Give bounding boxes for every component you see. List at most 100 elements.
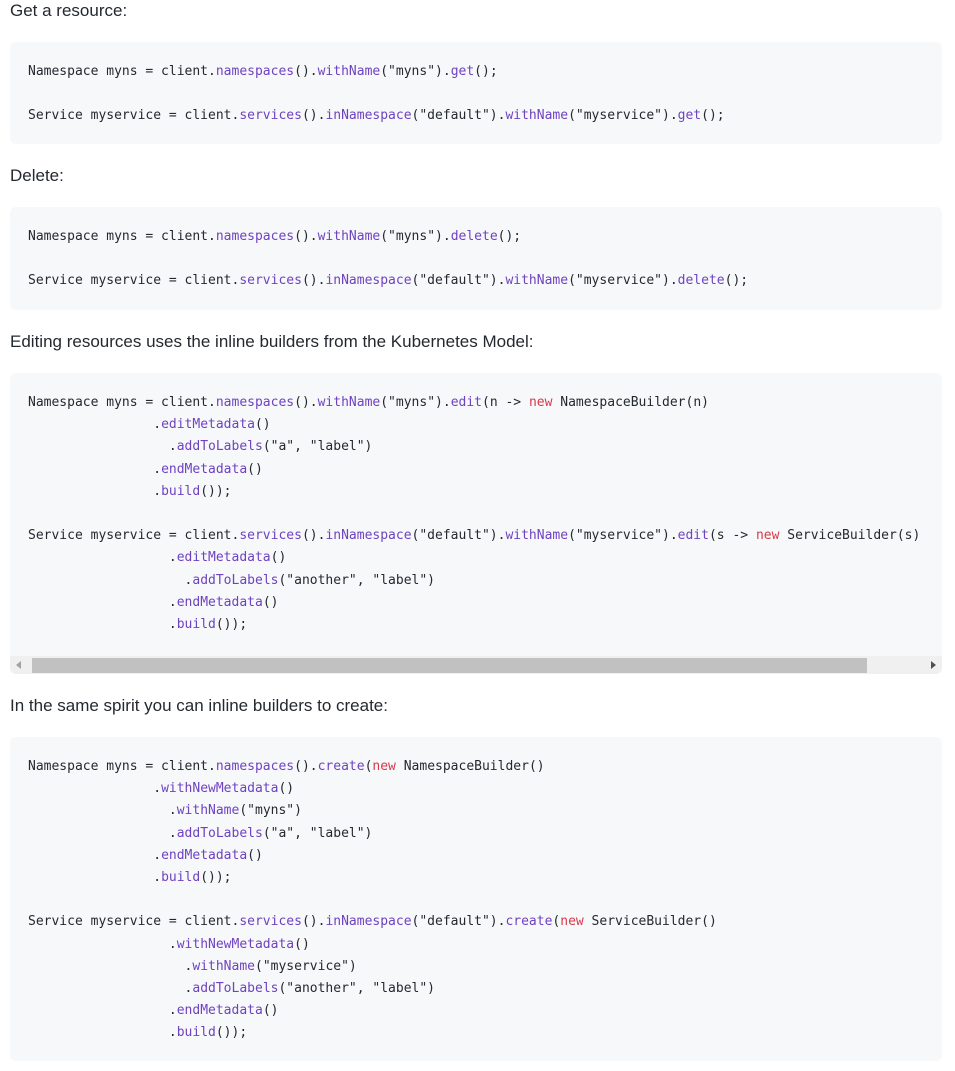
scrollbar-thumb[interactable] xyxy=(32,658,867,673)
code-token: Service myservice = client. xyxy=(28,528,240,544)
code-line: .build()); xyxy=(28,1024,247,1042)
code-token: (). xyxy=(294,759,318,774)
get-code-block: Namespace myns = client.namespaces().wit… xyxy=(10,42,942,144)
code-method-token: withName xyxy=(505,108,569,124)
code-token: ("myns"). xyxy=(380,229,451,244)
code-method-token: addToLabels xyxy=(192,981,279,996)
scroll-left-button[interactable] xyxy=(10,656,28,674)
code-method-token: build xyxy=(161,483,201,499)
code-token: (). xyxy=(301,108,326,124)
code-token: ("another", "label") xyxy=(278,981,436,996)
code-token: . xyxy=(28,958,193,974)
code-method-token: inNamespace xyxy=(325,108,412,124)
code-method-token: create xyxy=(505,914,553,930)
code-method-token: inNamespace xyxy=(325,914,412,930)
code-line: .endMetadata() xyxy=(28,594,279,612)
code-method-token: services xyxy=(239,273,302,289)
code-token: Namespace myns = client. xyxy=(28,395,216,410)
code-token: (). xyxy=(301,273,326,289)
code-method-token: editMetadata xyxy=(176,550,271,566)
code-method-token: get xyxy=(450,64,475,79)
code-token: () xyxy=(262,594,279,610)
code-line: .withNewMetadata() xyxy=(28,780,294,798)
code-token: () xyxy=(247,461,263,477)
code-token: ("myns"). xyxy=(380,395,451,410)
code-token: ("default"). xyxy=(411,528,506,544)
code-method-token: withName xyxy=(505,273,569,289)
code-line: .endMetadata() xyxy=(28,847,263,865)
code-method-token: editMetadata xyxy=(161,417,255,433)
code-line: .addToLabels("a", "label") xyxy=(28,825,373,843)
scroll-right-button[interactable] xyxy=(924,656,942,674)
code-line: .addToLabels("another", "label") xyxy=(28,572,435,590)
code-method-token: addToLabels xyxy=(176,825,263,841)
code-token: Namespace myns = client. xyxy=(28,229,216,244)
code-method-token: services xyxy=(239,528,302,544)
code-token: NamespaceBuilder() xyxy=(395,759,545,774)
code-method-token: withName xyxy=(176,803,240,819)
code-line: Service myservice = client.services().in… xyxy=(28,272,748,290)
code-token: . xyxy=(28,461,162,477)
code-token: (). xyxy=(301,914,326,930)
code-token: ("default"). xyxy=(411,914,506,930)
code-token: . xyxy=(28,981,193,996)
code-token: ()); xyxy=(200,483,232,499)
paragraph-create: In the same spirit you can inline builde… xyxy=(10,696,388,715)
triangle-right-icon xyxy=(924,656,942,674)
code-line: Namespace myns = client.namespaces().wit… xyxy=(28,63,498,81)
code-token: . xyxy=(28,417,162,433)
edit-code-block: Namespace myns = client.namespaces().wit… xyxy=(10,373,942,674)
code-token: ("myservice") xyxy=(255,958,357,974)
code-token: ()); xyxy=(200,870,232,885)
code-method-token: withNewMetadata xyxy=(161,781,279,797)
code-method-token: get xyxy=(677,108,702,124)
code-token: ServiceBuilder() xyxy=(583,914,717,930)
code-token: ("another", "label") xyxy=(278,572,436,588)
code-token: ("default"). xyxy=(411,273,506,289)
code-method-token: withNewMetadata xyxy=(176,936,295,952)
code-method-token: endMetadata xyxy=(176,1003,263,1019)
code-token: Service myservice = client. xyxy=(28,108,240,124)
code-token: . xyxy=(28,550,177,566)
code-line: Namespace myns = client.namespaces().wit… xyxy=(28,394,709,412)
code-token: . xyxy=(28,870,162,885)
paragraph-edit-resources: Editing resources uses the inline builde… xyxy=(10,332,534,351)
code-token: . xyxy=(28,572,193,588)
code-line: .withNewMetadata() xyxy=(28,936,310,954)
code-line: .endMetadata() xyxy=(28,461,263,479)
triangle-left-icon xyxy=(10,656,28,674)
code-token: () xyxy=(262,1003,279,1019)
code-token: () xyxy=(294,936,310,952)
code-token: ("myns"). xyxy=(380,64,451,79)
code-token: NamespaceBuilder(n) xyxy=(552,395,709,410)
code-token: . xyxy=(28,1003,177,1019)
code-token: (). xyxy=(301,528,326,544)
code-method-token: build xyxy=(176,617,216,632)
code-line: Service myservice = client.services().in… xyxy=(28,527,920,545)
code-token: . xyxy=(28,803,177,819)
code-method-token: withName xyxy=(317,64,381,79)
code-line: .editMetadata() xyxy=(28,549,286,567)
code-method-token: withName xyxy=(317,395,381,410)
code-method-token: namespaces xyxy=(215,759,295,774)
code-token: (); xyxy=(701,108,725,124)
code-line: Service myservice = client.services().in… xyxy=(28,913,717,931)
code-token: . xyxy=(28,847,162,863)
code-line: .addToLabels("a", "label") xyxy=(28,438,373,456)
code-token: Service myservice = client. xyxy=(28,914,240,930)
code-token: ("a", "label") xyxy=(262,439,373,455)
code-method-token: namespaces xyxy=(215,229,295,244)
code-token: ("default"). xyxy=(411,108,506,124)
code-token: (); xyxy=(724,273,749,289)
code-token: (); xyxy=(474,64,498,79)
code-method-token: inNamespace xyxy=(325,273,412,289)
code-line: Namespace myns = client.namespaces().wit… xyxy=(28,228,521,246)
code-token: Service myservice = client. xyxy=(28,273,240,289)
code-method-token: endMetadata xyxy=(161,461,248,477)
code-method-token: build xyxy=(161,870,201,885)
create-code-block: Namespace myns = client.namespaces().cre… xyxy=(10,737,942,1061)
code-token: (). xyxy=(294,64,318,79)
code-line: .endMetadata() xyxy=(28,1002,279,1020)
horizontal-scrollbar[interactable] xyxy=(10,656,942,674)
code-token: () xyxy=(254,417,271,433)
